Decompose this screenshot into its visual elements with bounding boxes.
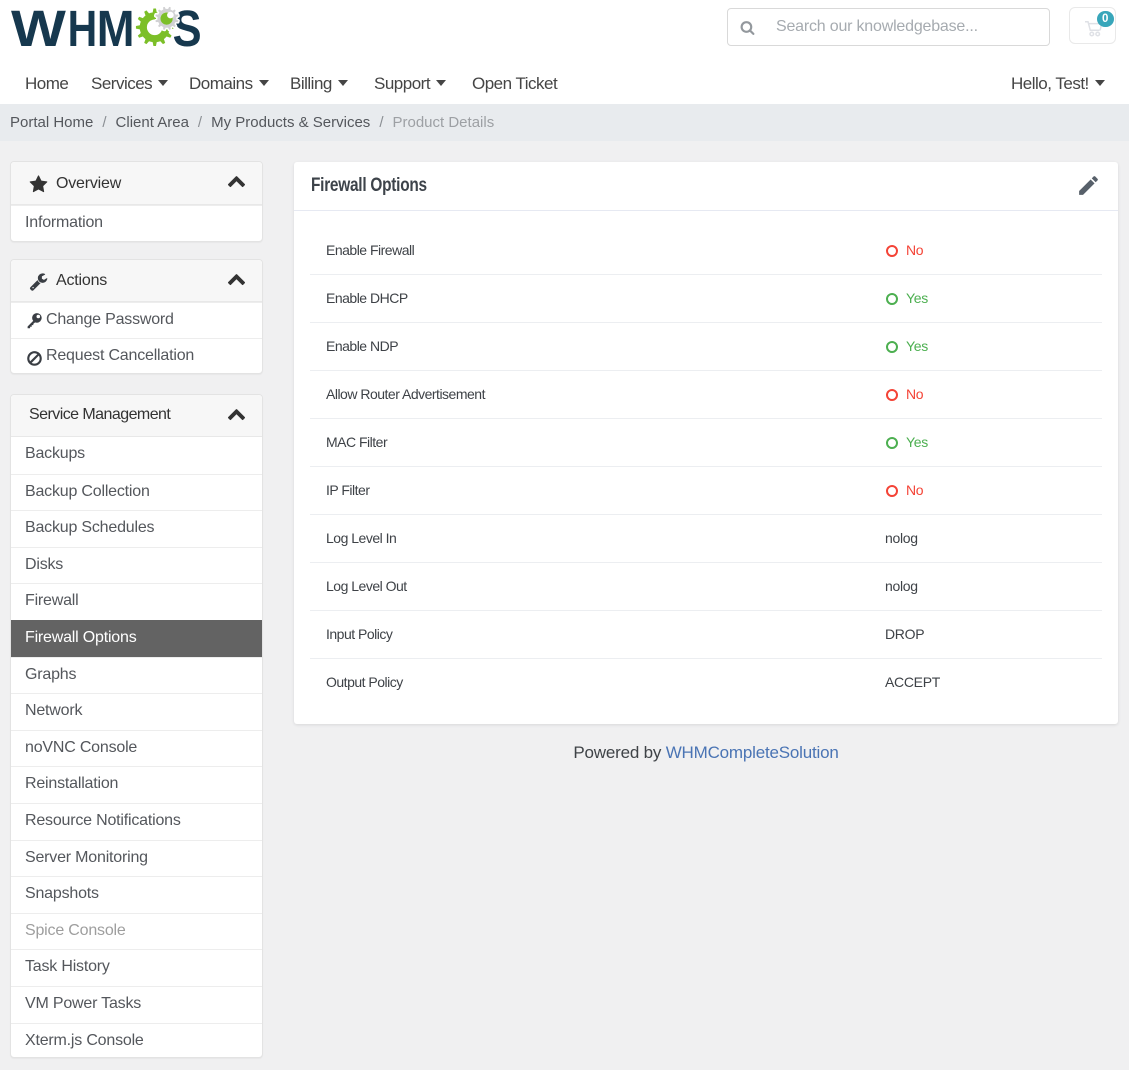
svg-text:H: H (68, 0, 98, 57)
svg-text:S: S (173, 1, 202, 58)
svg-text:W: W (11, 0, 66, 57)
svg-text:M: M (97, 0, 135, 57)
